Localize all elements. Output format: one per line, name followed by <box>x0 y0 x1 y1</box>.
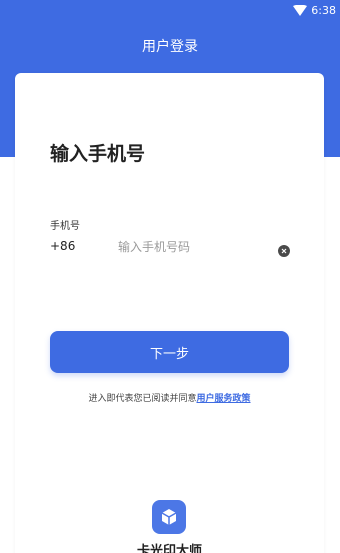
card-title: 输入手机号 <box>50 143 146 165</box>
agreement-prefix: 进入即代表您已阅读并同意 <box>88 394 197 404</box>
agreement-text: 进入即代表您已阅读并同意用户服务政策 <box>15 391 324 404</box>
country-code[interactable]: +86 <box>50 239 75 253</box>
page-title: 用户登录 <box>142 39 198 55</box>
box-icon <box>161 509 177 525</box>
status-bar: 6:38 <box>0 0 340 24</box>
phone-input[interactable] <box>118 237 268 257</box>
clear-icon[interactable] <box>278 245 290 257</box>
app-name: 卡光印大师 <box>136 544 202 553</box>
status-icons: 6:38 <box>293 4 336 17</box>
phone-label: 手机号 <box>50 221 80 232</box>
close-icon <box>281 248 287 254</box>
service-policy-link[interactable]: 用户服务政策 <box>197 394 251 404</box>
wifi-icon <box>293 4 308 16</box>
next-button[interactable]: 下一步 <box>50 331 289 373</box>
app-logo <box>152 500 186 534</box>
login-card: 输入手机号 手机号 +86 下一步 进入即代表您已阅读并同意用户服务政策 卡光印… <box>15 73 324 553</box>
status-time: 6:38 <box>311 4 336 17</box>
